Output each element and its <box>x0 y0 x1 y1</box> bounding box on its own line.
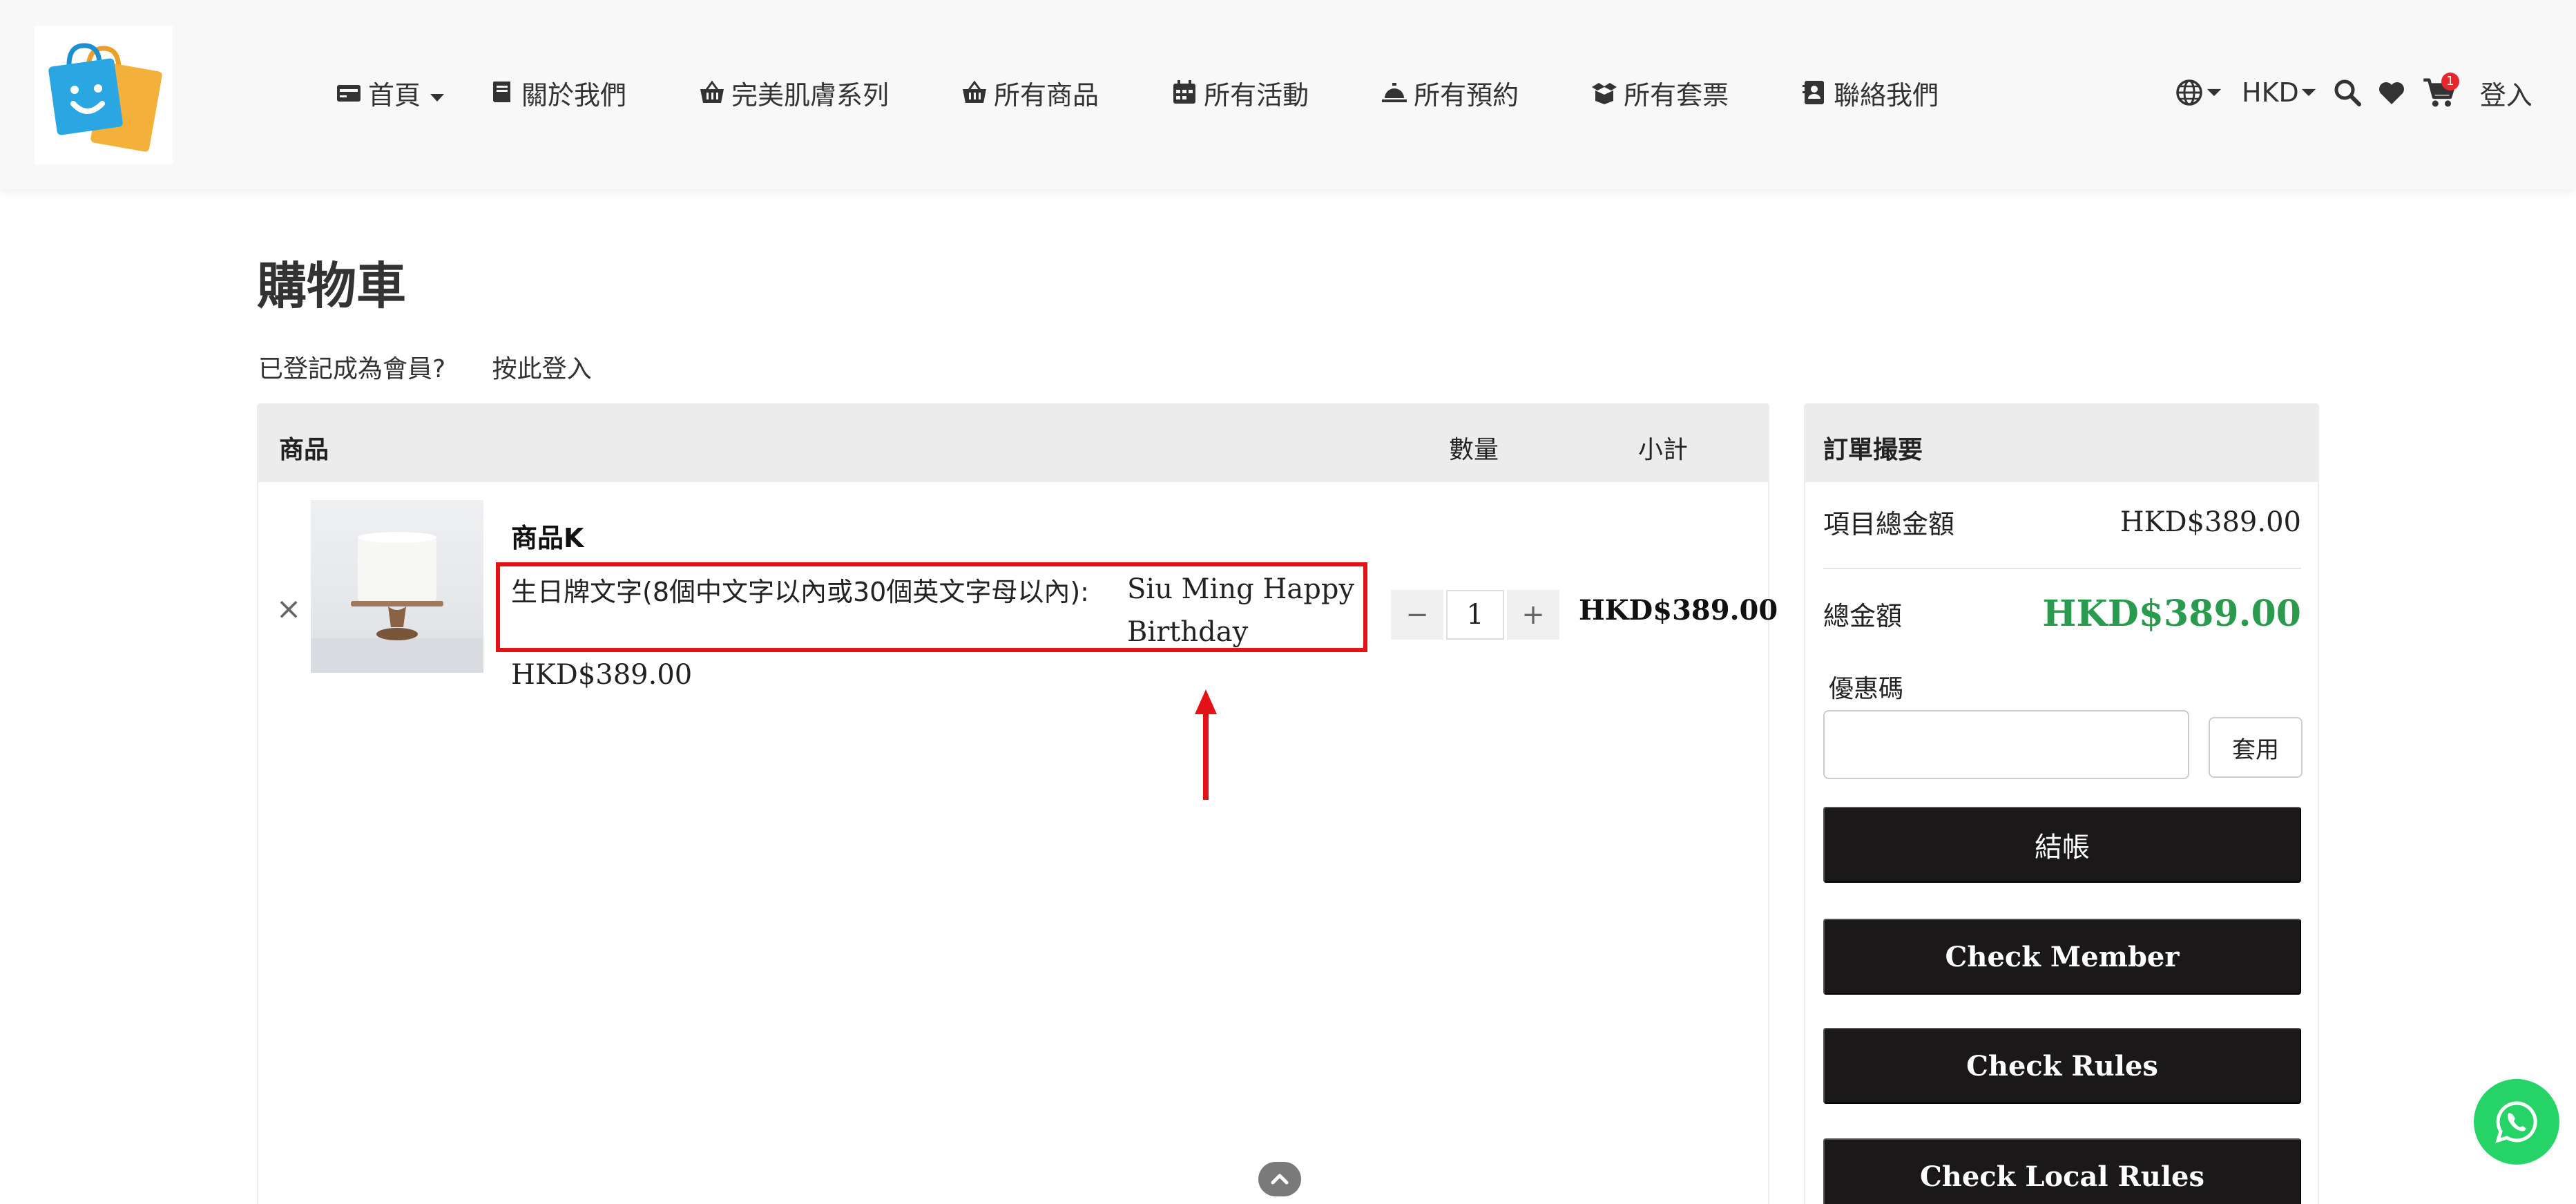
cart-count-badge: 1 <box>2441 73 2459 90</box>
caret-down-icon <box>2301 88 2316 97</box>
page-title: 購物車 <box>257 257 407 315</box>
currency-selector[interactable]: HKD <box>2242 77 2318 108</box>
grand-total-row: 總金額 HKD$389.00 <box>1823 593 2301 635</box>
nav-item-label: 所有商品 <box>994 79 1099 111</box>
box-open-icon <box>1592 83 1617 104</box>
book-icon <box>492 82 511 102</box>
shopping-bags-logo-icon <box>48 43 162 152</box>
calendar-icon <box>1173 80 1196 104</box>
up-arrow-annotation-icon <box>1195 689 1217 800</box>
nav-item-all-events[interactable]: 所有活動 <box>1171 74 1309 112</box>
nav-item-all-products[interactable]: 所有商品 <box>961 74 1099 112</box>
column-header-quantity: 數量 <box>1449 436 1499 464</box>
checkout-button[interactable]: 結帳 <box>1823 807 2301 883</box>
scroll-to-top-button[interactable] <box>1258 1162 1301 1196</box>
member-login-prompt: 已登記成為會員? 按此登入 <box>258 349 592 385</box>
site-logo[interactable] <box>35 26 173 164</box>
nav-item-about[interactable]: 關於我們 <box>488 74 626 112</box>
coupon-label: 優惠碼 <box>1829 675 1904 703</box>
member-question: 已登記成為會員? <box>258 355 446 383</box>
option-value: Siu Ming Happy Birthday <box>1127 573 1355 648</box>
check-member-button[interactable]: Check Member <box>1823 919 2301 995</box>
currency-label: HKD <box>2242 77 2299 108</box>
product-name[interactable]: 商品K <box>511 517 584 555</box>
cart-table: 商品 數量 小計 × 商品K 生日牌文字(8個中文字以內或30個英文字母以內):… <box>257 403 1778 1204</box>
nav-item-label: 完美肌膚系列 <box>731 79 890 111</box>
nav-item-label: 聯絡我們 <box>1834 79 1939 111</box>
grand-total-label: 總金額 <box>1823 601 1903 631</box>
nav-item-all-packages[interactable]: 所有套票 <box>1590 74 1729 112</box>
unit-price: HKD$389.00 <box>511 659 693 691</box>
column-header-product: 商品 <box>279 436 329 464</box>
quantity-input[interactable]: 1 <box>1446 590 1504 640</box>
nav-item-label: 所有套票 <box>1624 79 1729 111</box>
nav-item-label: 所有活動 <box>1204 79 1309 111</box>
home-card-icon <box>337 85 361 102</box>
option-label: 生日牌文字(8個中文字以內或30個英文字母以內): <box>511 577 1089 607</box>
summary-divider <box>1823 568 2301 569</box>
basket-icon <box>963 80 987 103</box>
check-local-rules-button[interactable]: Check Local Rules <box>1823 1138 2301 1204</box>
whatsapp-chat-button[interactable] <box>2474 1079 2559 1165</box>
remove-item-button[interactable]: × <box>275 594 302 624</box>
address-book-icon <box>1803 81 1825 104</box>
grand-total-value: HKD$389.00 <box>2042 593 2301 635</box>
apply-coupon-button[interactable]: 套用 <box>2209 717 2303 778</box>
globe-icon <box>2176 79 2202 106</box>
nav-item-all-bookings[interactable]: 所有預約 <box>1381 74 1519 112</box>
order-summary-title: 訂單撮要 <box>1805 405 2318 482</box>
chevron-up-icon <box>1271 1174 1289 1185</box>
main-nav: 首頁 關於我們 完美肌膚系列 所有商品 所有活動 所有預約 所有套票 聯絡我們 <box>335 70 1939 115</box>
nav-item-label: 首頁 <box>368 79 421 111</box>
search-icon[interactable] <box>2332 77 2363 108</box>
nav-item-label: 關於我們 <box>521 79 627 111</box>
nav-item-home[interactable]: 首頁 <box>335 74 452 112</box>
order-summary: 訂單撮要 項目總金額 HKD$389.00 總金額 HKD$389.00 優惠碼… <box>1804 403 2319 1204</box>
quantity-decrease-button[interactable]: − <box>1391 590 1443 640</box>
language-selector[interactable] <box>2174 77 2224 108</box>
basket-icon <box>700 80 724 103</box>
items-total-row: 項目總金額 HKD$389.00 <box>1823 503 2301 541</box>
quantity-stepper: − 1 + <box>1391 590 1559 640</box>
nav-item-skincare[interactable]: 完美肌膚系列 <box>698 74 889 112</box>
product-thumbnail[interactable] <box>311 500 483 673</box>
heart-icon[interactable] <box>2376 77 2407 108</box>
caret-down-icon <box>2207 88 2222 97</box>
cake-image <box>311 532 483 673</box>
service-bell-icon <box>1382 83 1407 102</box>
login-here-link[interactable]: 按此登入 <box>492 355 592 383</box>
cart-button[interactable]: 1 <box>2422 73 2459 110</box>
coupon-input[interactable] <box>1823 710 2189 779</box>
site-header: 首頁 關於我們 完美肌膚系列 所有商品 所有活動 所有預約 所有套票 聯絡我們 … <box>0 0 2576 189</box>
quantity-increase-button[interactable]: + <box>1507 590 1559 640</box>
login-link[interactable]: 登入 <box>2480 74 2532 112</box>
whatsapp-icon <box>2495 1101 2537 1143</box>
cart-table-header: 商品 數量 小計 <box>258 405 1768 482</box>
chevron-down-icon <box>430 94 445 102</box>
nav-item-label: 所有預約 <box>1414 79 1519 111</box>
check-rules-button[interactable]: Check Rules <box>1823 1028 2301 1104</box>
column-header-subtotal: 小計 <box>1638 436 1689 464</box>
items-total-value: HKD$389.00 <box>2120 506 2301 538</box>
header-actions: HKD 1 登入 <box>2174 70 2532 115</box>
nav-item-contact[interactable]: 聯絡我們 <box>1800 74 1939 112</box>
line-subtotal: HKD$389.00 <box>1579 594 1778 627</box>
items-total-label: 項目總金額 <box>1823 509 1955 539</box>
